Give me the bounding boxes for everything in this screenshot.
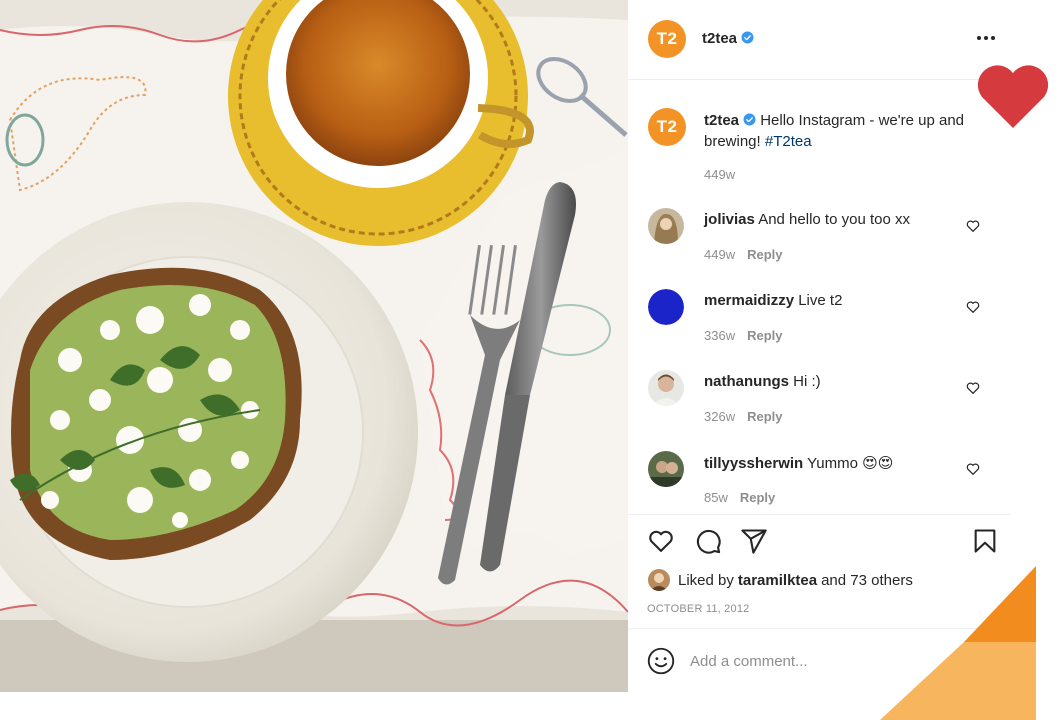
comment-body: And hello to you too xx xyxy=(758,211,910,228)
reply-button[interactable]: Reply xyxy=(747,247,782,262)
comment-bubble-icon[interactable] xyxy=(694,527,722,555)
likes-summary: Liked by taramilktea and 73 others xyxy=(648,569,913,591)
decorative-corner-triangles xyxy=(880,566,1036,720)
comment-body: Live t2 xyxy=(798,292,843,309)
like-comment-heart-icon[interactable] xyxy=(965,299,981,315)
commenter-avatar[interactable] xyxy=(648,451,684,487)
comment-age[interactable]: 336w xyxy=(704,328,735,343)
comment-username[interactable]: jolivias xyxy=(704,211,755,228)
comment-username[interactable]: tillyyssherwin xyxy=(704,455,803,472)
comment-body: Hi :) xyxy=(793,373,821,390)
comment-item: nathanungs Hi :) 326w Reply xyxy=(628,370,1010,440)
caption-username[interactable]: t2tea xyxy=(704,112,739,129)
like-heart-icon[interactable] xyxy=(647,527,675,555)
emoji-smiley-icon[interactable] xyxy=(647,647,675,675)
liker-username[interactable]: taramilktea xyxy=(738,572,817,589)
bookmark-icon[interactable] xyxy=(971,527,999,555)
comment-meta: 85w Reply xyxy=(704,490,775,505)
share-paper-plane-icon[interactable] xyxy=(740,527,768,555)
comment-text: nathanungs Hi :) xyxy=(704,373,964,390)
dot-icon xyxy=(991,36,995,40)
comment-age[interactable]: 85w xyxy=(704,490,728,505)
post-date[interactable]: OCTOBER 11, 2012 xyxy=(647,603,749,615)
caption-hashtag[interactable]: #T2tea xyxy=(765,133,812,150)
dot-icon xyxy=(977,36,981,40)
commenter-avatar[interactable] xyxy=(648,370,684,406)
caption-avatar[interactable]: T2 xyxy=(648,108,686,146)
post-header: T2 t2tea xyxy=(628,0,1010,80)
like-comment-heart-icon[interactable] xyxy=(965,461,981,477)
comment-meta: 449w Reply xyxy=(704,247,782,262)
liker-avatar[interactable] xyxy=(648,569,670,591)
more-options-button[interactable] xyxy=(972,28,1000,48)
comment-item: mermaidizzy Live t2 336w Reply xyxy=(628,289,1010,359)
comment-meta: 326w Reply xyxy=(704,409,782,424)
comment-age[interactable]: 449w xyxy=(704,247,735,262)
account-username-row: t2tea xyxy=(702,30,754,47)
account-avatar[interactable]: T2 xyxy=(648,20,686,58)
dot-icon xyxy=(984,36,988,40)
caption-text: t2tea Hello Instagram - we're up and bre… xyxy=(704,110,974,152)
comment-age[interactable]: 326w xyxy=(704,409,735,424)
comment-item: tillyyssherwin Yummo 😍😍 85w Reply xyxy=(628,451,1010,521)
commenter-avatar[interactable] xyxy=(648,289,684,325)
avocado-toast-photo xyxy=(0,0,628,692)
comment-item: jolivias And hello to you too xx 449w Rep… xyxy=(628,208,1010,278)
comment-username[interactable]: mermaidizzy xyxy=(704,292,794,309)
likes-prefix: Liked by xyxy=(678,571,734,589)
commenter-avatar[interactable] xyxy=(648,208,684,244)
comment-username[interactable]: nathanungs xyxy=(704,373,789,390)
caption-age[interactable]: 449w xyxy=(704,167,735,182)
account-username[interactable]: t2tea xyxy=(702,30,737,47)
verified-badge-icon xyxy=(741,31,754,44)
reply-button[interactable]: Reply xyxy=(740,490,775,505)
post-photo[interactable] xyxy=(0,0,628,692)
comment-meta: 336w Reply xyxy=(704,328,782,343)
reply-button[interactable]: Reply xyxy=(747,409,782,424)
comment-body: Yummo 😍😍 xyxy=(807,455,894,472)
comment-text: mermaidizzy Live t2 xyxy=(704,292,964,309)
decorative-heart-icon xyxy=(977,65,1049,128)
verified-badge-icon xyxy=(743,113,756,126)
like-comment-heart-icon[interactable] xyxy=(965,380,981,396)
comment-text: tillyyssherwin Yummo 😍😍 xyxy=(704,454,964,472)
reply-button[interactable]: Reply xyxy=(747,328,782,343)
comment-text: jolivias And hello to you too xx xyxy=(704,211,964,228)
like-comment-heart-icon[interactable] xyxy=(965,218,981,234)
